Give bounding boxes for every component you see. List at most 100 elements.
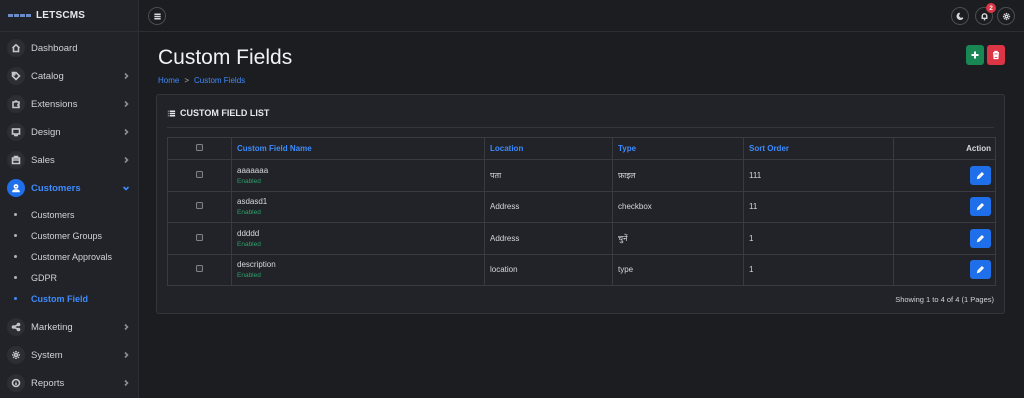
submenu-item-customer-approvals[interactable]: Customer Approvals xyxy=(0,246,138,267)
action-cell xyxy=(893,222,996,255)
action-cell xyxy=(893,190,996,223)
bullet-icon xyxy=(14,276,17,279)
row-checkbox-cell xyxy=(167,222,232,255)
pencil-icon xyxy=(976,203,985,211)
breadcrumb-separator: > xyxy=(184,76,190,85)
bullet-icon xyxy=(14,297,17,300)
menu-toggle-button[interactable] xyxy=(148,7,166,25)
chevron-down-icon xyxy=(122,184,130,192)
table-row: ddddd Enabled Address चुनें 1 xyxy=(167,222,996,255)
edit-button[interactable] xyxy=(970,260,991,280)
row-checkbox[interactable] xyxy=(196,202,203,210)
submenu-item-label: GDPR xyxy=(31,272,58,283)
name-cell: ddddd Enabled xyxy=(231,222,485,255)
pencil-icon xyxy=(976,171,985,179)
chevron-right-icon xyxy=(122,351,130,359)
sidebar-item-catalog[interactable]: Catalog xyxy=(0,62,138,90)
chevron-right-icon xyxy=(122,128,130,136)
bell-icon xyxy=(981,12,987,20)
notifications-button[interactable]: 2 xyxy=(975,3,996,25)
sidebar: LETSCMS Dashboard Catalog Extensions Des… xyxy=(0,0,139,398)
type-cell: checkbox xyxy=(612,190,744,223)
row-checkbox[interactable] xyxy=(196,233,203,241)
sidebar-item-customers[interactable]: Customers xyxy=(0,174,138,202)
name-cell: aaaaaaa Enabled xyxy=(231,159,485,192)
table-row: asdasd1 Enabled Address checkbox 11 xyxy=(167,190,996,223)
submenu-item-label: Customer Approvals xyxy=(31,251,113,262)
select-all-checkbox[interactable] xyxy=(196,144,203,151)
bullet-icon xyxy=(14,234,17,237)
sidebar-item-reports[interactable]: Reports xyxy=(0,369,138,397)
column-header-sort-order[interactable]: Sort Order xyxy=(743,137,894,160)
custom-fields-table: Custom Field Name Location Type Sort Ord… xyxy=(167,137,996,286)
table-header-row: Custom Field Name Location Type Sort Ord… xyxy=(167,137,996,160)
trash-icon xyxy=(993,50,999,60)
breadcrumb: Home > Custom Fields xyxy=(158,76,245,85)
row-checkbox-cell xyxy=(167,253,232,286)
status-text: Enabled xyxy=(237,240,261,248)
sort-order-cell: 111 xyxy=(743,159,894,192)
brand[interactable]: LETSCMS xyxy=(0,0,138,32)
submenu-item-custom-field[interactable]: Custom Field xyxy=(0,288,138,309)
row-checkbox[interactable] xyxy=(196,265,203,273)
submenu-item-customers[interactable]: Customers xyxy=(0,204,138,225)
table-row: description Enabled location type 1 xyxy=(167,253,996,286)
action-cell xyxy=(893,253,996,286)
sidebar-item-dashboard[interactable]: Dashboard xyxy=(0,34,138,62)
row-checkbox-cell xyxy=(167,190,232,223)
sidebar-item-system[interactable]: System xyxy=(0,341,138,369)
edit-button[interactable] xyxy=(970,197,991,217)
location-cell: Address xyxy=(484,190,613,223)
chevron-right-icon xyxy=(122,156,130,164)
sidebar-item-sales[interactable]: Sales xyxy=(0,146,138,174)
field-name: aaaaaaa xyxy=(237,165,269,175)
card-title: CUSTOM FIELD LIST xyxy=(180,108,270,118)
sidebar-item-label: Marketing xyxy=(31,321,73,333)
sidebar-item-extensions[interactable]: Extensions xyxy=(0,90,138,118)
field-name: ddddd xyxy=(237,228,260,238)
list-icon xyxy=(167,110,176,116)
page-title: Custom Fields xyxy=(158,46,293,69)
plus-icon xyxy=(971,51,979,59)
submenu-item-label: Customer Groups xyxy=(31,230,103,241)
status-text: Enabled xyxy=(237,177,261,185)
notification-count-badge: 2 xyxy=(986,3,996,13)
column-header-name[interactable]: Custom Field Name xyxy=(231,137,485,160)
submenu-item-gdpr[interactable]: GDPR xyxy=(0,267,138,288)
status-text: Enabled xyxy=(237,272,261,280)
column-header-location[interactable]: Location xyxy=(484,137,613,160)
user-icon xyxy=(7,179,25,197)
chevron-right-icon xyxy=(122,323,130,331)
location-cell: पता xyxy=(484,159,613,192)
name-cell: description Enabled xyxy=(231,253,485,286)
settings-button[interactable] xyxy=(997,7,1015,25)
sidebar-item-design[interactable]: Design xyxy=(0,118,138,146)
location-cell: location xyxy=(484,253,613,286)
breadcrumb-current-link[interactable]: Custom Fields xyxy=(194,76,245,85)
submenu-item-customer-groups[interactable]: Customer Groups xyxy=(0,225,138,246)
add-button[interactable] xyxy=(966,45,984,65)
hamburger-icon xyxy=(153,13,161,19)
edit-button[interactable] xyxy=(970,165,991,185)
sidebar-item-marketing[interactable]: Marketing xyxy=(0,313,138,341)
breadcrumb-home-link[interactable]: Home xyxy=(158,76,179,85)
submenu-item-label: Customers xyxy=(31,209,75,220)
row-checkbox[interactable] xyxy=(196,170,203,178)
sidebar-item-label: Customers xyxy=(31,182,81,194)
submenu-item-label: Custom Field xyxy=(31,293,89,304)
type-cell: type xyxy=(612,253,744,286)
sidebar-item-label: Reports xyxy=(31,377,65,389)
monitor-icon xyxy=(7,123,25,141)
theme-toggle-button[interactable] xyxy=(951,7,969,25)
sort-order-cell: 11 xyxy=(743,190,894,223)
column-header-type[interactable]: Type xyxy=(612,137,744,160)
info-icon xyxy=(7,374,25,392)
chevron-right-icon xyxy=(122,100,130,108)
edit-button[interactable] xyxy=(970,228,991,248)
sidebar-item-label: Catalog xyxy=(31,70,64,82)
delete-button[interactable] xyxy=(987,45,1005,65)
topbar: 2 xyxy=(139,0,1024,32)
home-icon xyxy=(7,39,25,57)
chevron-right-icon xyxy=(122,379,130,387)
card-divider xyxy=(167,127,994,128)
